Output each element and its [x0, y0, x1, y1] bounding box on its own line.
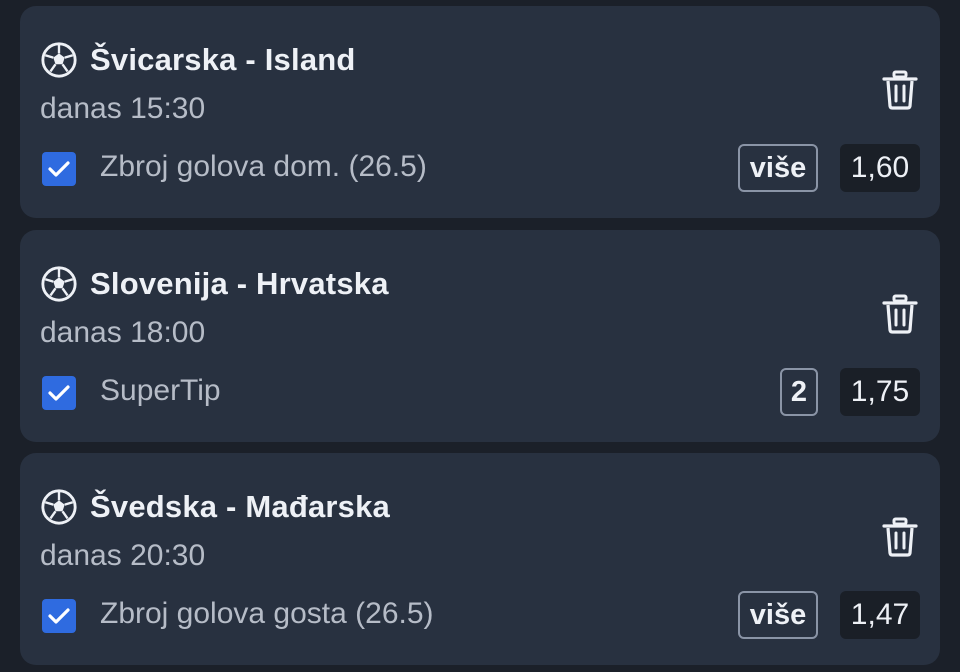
trash-icon[interactable] — [882, 517, 918, 557]
pick-badge: više — [738, 591, 818, 639]
odds-value[interactable]: 1,60 — [840, 144, 920, 192]
match-title: Švicarska - Island — [90, 42, 356, 77]
bet-slip-list: Švicarska - Island danas 15:30 Zbroj gol… — [0, 0, 960, 672]
pick-badge: više — [738, 144, 818, 192]
match-header: Švicarska - Island — [40, 40, 356, 80]
checkmark-icon — [48, 385, 70, 401]
match-time: danas 18:00 — [40, 316, 206, 349]
bet-card: Slovenija - Hrvatska danas 18:00 SuperTi… — [20, 230, 940, 442]
market-label: SuperTip — [100, 374, 221, 407]
bet-card: Švicarska - Island danas 15:30 Zbroj gol… — [20, 6, 940, 218]
soccer-ball-icon — [41, 266, 77, 302]
match-header: Slovenija - Hrvatska — [40, 264, 389, 304]
checkmark-icon — [48, 608, 70, 624]
selection-checkbox[interactable] — [42, 599, 76, 633]
odds-value[interactable]: 1,75 — [840, 368, 920, 416]
odds-value[interactable]: 1,47 — [840, 591, 920, 639]
market-label: Zbroj golova gosta (26.5) — [100, 597, 434, 630]
match-header: Švedska - Mađarska — [40, 487, 390, 527]
match-title: Švedska - Mađarska — [90, 489, 390, 524]
soccer-ball-icon — [41, 489, 77, 525]
checkmark-icon — [48, 161, 70, 177]
soccer-ball-icon — [41, 42, 77, 78]
match-time: danas 20:30 — [40, 539, 206, 572]
trash-icon[interactable] — [882, 70, 918, 110]
bet-card: Švedska - Mađarska danas 20:30 Zbroj gol… — [20, 453, 940, 665]
trash-icon[interactable] — [882, 294, 918, 334]
selection-checkbox[interactable] — [42, 376, 76, 410]
selection-checkbox[interactable] — [42, 152, 76, 186]
match-time: danas 15:30 — [40, 92, 206, 125]
pick-badge: 2 — [780, 368, 818, 416]
match-title: Slovenija - Hrvatska — [90, 266, 389, 301]
market-label: Zbroj golova dom. (26.5) — [100, 150, 427, 183]
